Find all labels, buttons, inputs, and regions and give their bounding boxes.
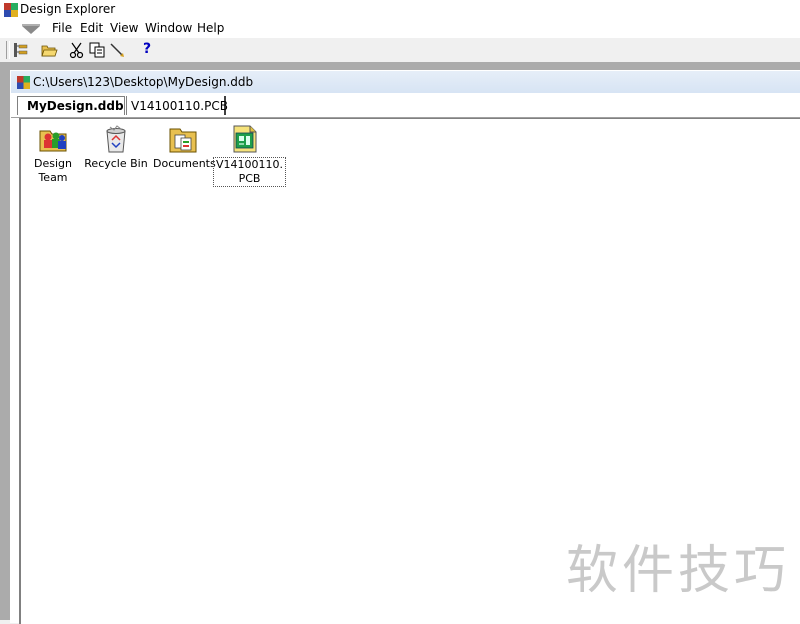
system-menu-arrow-icon[interactable] — [20, 22, 42, 36]
title-bar: Design Explorer — [0, 0, 800, 20]
design-team-icon — [39, 130, 67, 152]
app-icon — [4, 3, 18, 17]
menu-file[interactable]: File — [52, 21, 72, 35]
toolbar: ? — [0, 38, 800, 62]
cut-icon[interactable] — [68, 41, 86, 59]
tab-label: V14100110.PCB — [131, 98, 228, 113]
menu-bar: File Edit View Window Help — [0, 18, 800, 38]
documents-folder-icon — [169, 128, 197, 153]
recycle-bin-icon — [106, 125, 126, 153]
document-path: C:\Users\123\Desktop\MyDesign.ddb — [33, 75, 254, 89]
menu-window[interactable]: Window — [145, 21, 192, 35]
menu-help[interactable]: Help — [197, 21, 224, 35]
copy-icon[interactable] — [88, 41, 106, 59]
item-label: Design Team — [34, 157, 72, 184]
document-title-bar[interactable]: C:\Users\123\Desktop\MyDesign.ddb — [11, 71, 800, 93]
help-icon[interactable]: ? — [138, 41, 156, 59]
paste-icon[interactable] — [108, 41, 126, 59]
menu-view[interactable]: View — [110, 21, 138, 35]
database-icon — [17, 76, 30, 89]
window-title: Design Explorer — [20, 2, 116, 16]
explorer-tree-icon[interactable] — [12, 41, 30, 59]
item-design-team[interactable]: Design Team — [31, 123, 75, 185]
tab-mydesign-ddb[interactable]: MyDesign.ddb — [17, 96, 125, 115]
tab-label: MyDesign.ddb — [27, 99, 124, 113]
item-label: Recycle Bin — [84, 157, 148, 170]
toolbar-grip[interactable] — [6, 41, 10, 59]
item-label: V14100110. PCB — [213, 157, 287, 187]
item-v14100110-pcb[interactable]: V14100110. PCB — [213, 123, 287, 187]
tab-strip: MyDesign.ddb V14100110.PCB — [11, 93, 800, 118]
watermark-text: 软件技巧 — [566, 541, 791, 601]
pcb-document-icon — [233, 125, 257, 153]
item-recycle-bin[interactable]: Recycle Bin — [83, 123, 149, 171]
item-documents[interactable]: Documents — [153, 123, 216, 171]
open-folder-icon[interactable] — [40, 41, 58, 59]
menu-edit[interactable]: Edit — [80, 21, 103, 35]
item-label: Documents — [153, 157, 216, 170]
tab-v14100110-pcb[interactable]: V14100110.PCB — [126, 96, 228, 115]
